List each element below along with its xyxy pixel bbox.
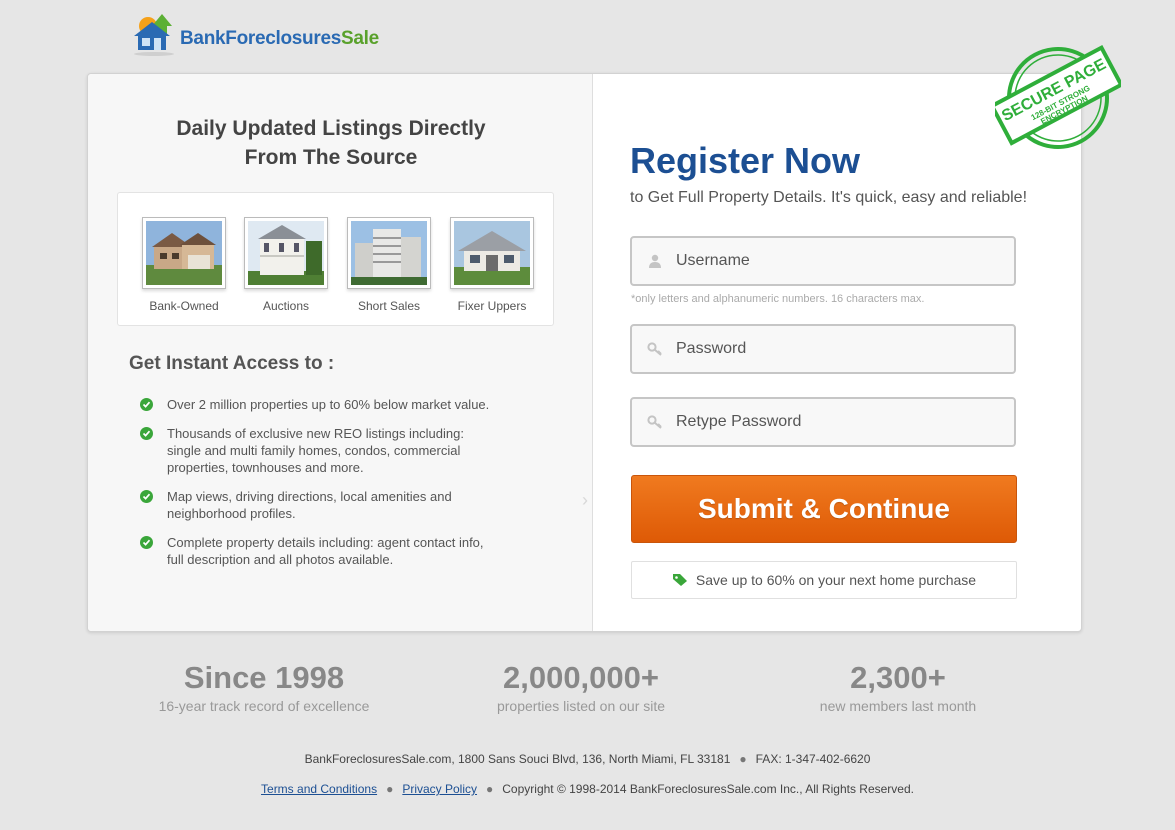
benefits-panel: Daily Updated Listings Directly From The… [88, 74, 593, 631]
auctions-photo [244, 217, 328, 289]
user-icon [634, 254, 676, 268]
property-types-box: Bank-Owned Auctions Short Sales Fixer Up… [117, 192, 554, 326]
username-hint: *only letters and alphanumeric numbers. … [631, 293, 925, 305]
stat-since: Since 1998 16-year track record of excel… [158, 660, 370, 714]
footer-links: Terms and Conditions ● Privacy Policy ● Copy… [261, 782, 914, 796]
stat-properties: 2,000,000+ properties listed on our site [496, 660, 666, 714]
footer-address: BankForeclosuresSale.com, 1800 Sans Souc… [304, 752, 871, 766]
key-icon [634, 342, 676, 356]
house-logo-icon [132, 12, 178, 56]
submit-continue-button[interactable]: Submit & Continue [631, 475, 1017, 543]
stat-members: 2,300+ new members last month [819, 660, 977, 714]
property-type-bank-owned: Bank-Owned [142, 217, 226, 313]
check-icon [140, 490, 153, 503]
password-input[interactable] [676, 340, 996, 358]
benefit-item: Complete property details including: age… [140, 534, 507, 568]
username-field[interactable] [630, 236, 1016, 286]
listings-headline: Daily Updated Listings Directly From The… [176, 117, 486, 169]
benefit-item: Over 2 million properties up to 60% belo… [140, 396, 507, 413]
chevron-right-icon: › [582, 490, 588, 510]
register-heading: Register Now [630, 140, 861, 181]
benefit-item: Map views, driving directions, local ame… [140, 488, 507, 522]
key-icon [634, 415, 676, 429]
password-field[interactable] [630, 324, 1016, 374]
benefit-item: Thousands of exclusive new REO listings … [140, 425, 507, 476]
fixer-uppers-photo [450, 217, 534, 289]
site-logo[interactable]: BankForeclosuresSale [132, 10, 379, 58]
bank-owned-photo [142, 217, 226, 289]
retype-password-input[interactable] [676, 413, 996, 431]
property-type-short-sales: Short Sales [347, 217, 431, 313]
check-icon [140, 536, 153, 549]
property-type-auctions: Auctions [244, 217, 328, 313]
brand-name: BankForeclosuresSale [180, 28, 379, 49]
access-heading: Get Instant Access to : [129, 353, 335, 374]
terms-link[interactable]: Terms and Conditions [261, 782, 377, 796]
registration-card: Daily Updated Listings Directly From The… [87, 73, 1082, 632]
savings-note: Save up to 60% on your next home purchas… [631, 561, 1017, 599]
username-input[interactable] [676, 252, 996, 270]
privacy-link[interactable]: Privacy Policy [402, 782, 477, 796]
check-icon [140, 398, 153, 411]
secure-page-stamp: SECURE PAGE 128-BIT STRONG ENCRYPTION [989, 44, 1124, 152]
copyright-text: Copyright © 1998-2014 BankForeclosuresSa… [502, 782, 914, 796]
short-sales-photo [347, 217, 431, 289]
check-icon [140, 427, 153, 440]
property-type-fixer-uppers: Fixer Uppers [450, 217, 534, 313]
tag-icon [672, 573, 688, 587]
retype-password-field[interactable] [630, 397, 1016, 447]
register-subtitle: to Get Full Property Details. It's quick… [630, 189, 1028, 206]
